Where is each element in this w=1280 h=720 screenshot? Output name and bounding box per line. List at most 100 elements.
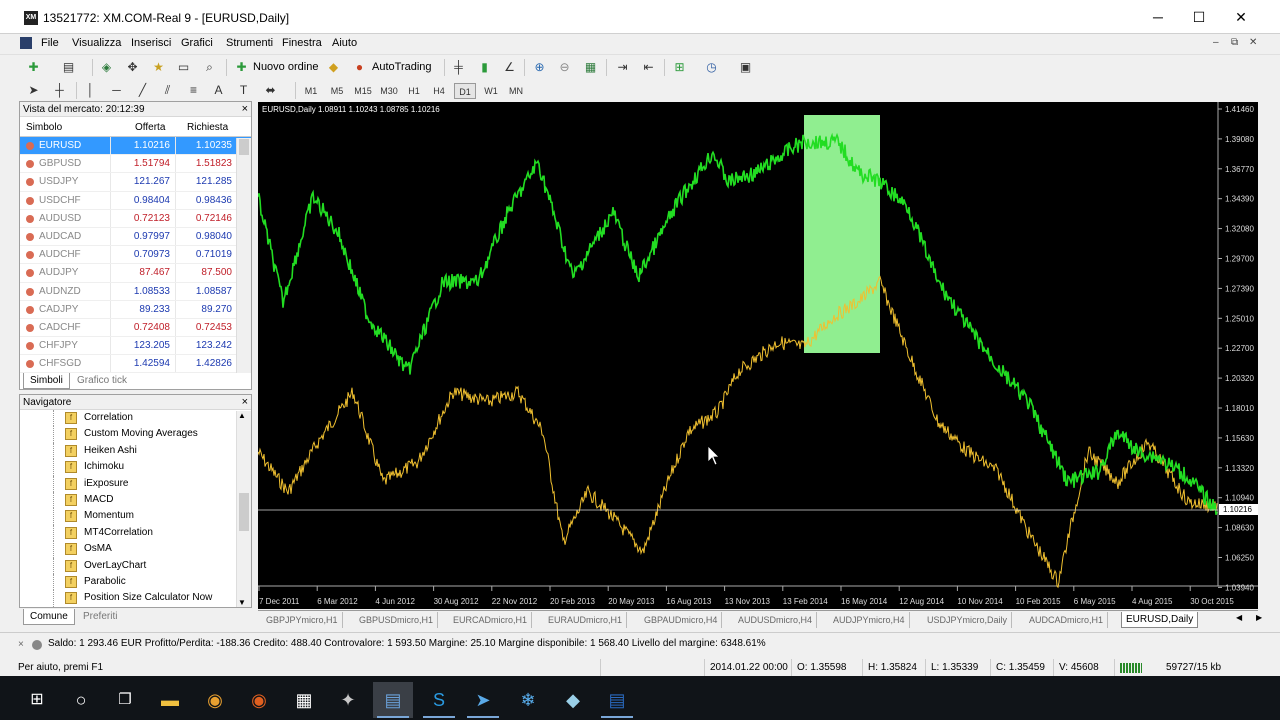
market-watch-row[interactable]: AUDNZD 1.08533 1.08587 (20, 282, 251, 301)
tile-windows-icon[interactable]: ▦ (582, 59, 599, 76)
col-bid[interactable]: Offerta (135, 122, 165, 133)
timeframe-m5[interactable]: M5 (326, 83, 348, 99)
autotrading-icon[interactable]: ● (351, 59, 368, 76)
firefox-icon[interactable]: ◉ (239, 682, 279, 718)
market-watch-row[interactable]: USDCHF 0.98404 0.98436 (20, 191, 251, 210)
navigator-indicator-item[interactable]: f Correlation (20, 410, 251, 427)
crosshair-icon[interactable]: ┼ (51, 82, 68, 99)
chart-tab[interactable]: EURCADmicro,H1 (449, 612, 533, 628)
new-order-button[interactable]: Nuovo ordine (253, 58, 318, 77)
tabs-left-icon[interactable]: ◀ (1236, 613, 1242, 622)
tabs-right-icon[interactable]: ▶ (1256, 613, 1262, 622)
tab-preferiti[interactable]: Preferiti (77, 609, 123, 625)
chart-tab[interactable]: GBPAUDmicro,H4 (640, 612, 723, 628)
navigator-indicator-item[interactable]: f OsMA (20, 541, 251, 558)
tab-comune[interactable]: Comune (23, 609, 75, 625)
timeframe-h1[interactable]: H1 (403, 83, 425, 99)
chrome-icon[interactable]: ◉ (195, 682, 235, 718)
snowflake-icon[interactable]: ❄ (508, 682, 548, 718)
market-watch-row[interactable]: GBPUSD 1.51794 1.51823 (20, 155, 251, 174)
calculator-icon[interactable]: ▦ (284, 682, 324, 718)
chart-window-icon[interactable] (20, 37, 32, 49)
mdi-restore-button[interactable]: ⧉ (1231, 37, 1238, 48)
fibonacci-icon[interactable]: ≡ (185, 82, 202, 99)
new-chart-icon[interactable]: ✚ (25, 59, 42, 76)
timeframe-m30[interactable]: M30 (378, 83, 400, 99)
chart-tab[interactable]: GBPUSDmicro,H1 (355, 612, 439, 628)
menu-visualizza[interactable]: Visualizza (72, 37, 121, 49)
scroll-up-icon[interactable]: ▲ (238, 411, 246, 420)
menu-finestra[interactable]: Finestra (282, 37, 322, 49)
col-ask[interactable]: Richiesta (187, 122, 228, 133)
navigator-icon[interactable]: ★ (150, 59, 167, 76)
market-watch-row[interactable]: USDJPY 121.267 121.285 (20, 173, 251, 192)
close-button[interactable]: ✕ (1226, 8, 1256, 26)
task-view-icon[interactable]: ❐ (105, 682, 145, 718)
timeframe-m1[interactable]: M1 (300, 83, 322, 99)
chart-shift-icon[interactable]: ⇥ (614, 59, 631, 76)
candlestick-icon[interactable]: ▮ (476, 59, 493, 76)
mdi-close-button[interactable]: ✕ (1249, 37, 1257, 48)
menu-strumenti[interactable]: Strumenti (226, 37, 273, 49)
market-watch-row[interactable]: AUDJPY 87.467 87.500 (20, 264, 251, 283)
bar-chart-icon[interactable]: ╪ (450, 59, 467, 76)
mdi-minimize-button[interactable]: – (1213, 37, 1219, 48)
trendline-icon[interactable]: ╱ (134, 82, 151, 99)
navigator-indicator-item[interactable]: f Heiken Ashi (20, 442, 251, 460)
horizontal-line-icon[interactable]: ─ (108, 82, 125, 99)
close-icon[interactable]: × (242, 102, 248, 117)
minimize-button[interactable]: ─ (1143, 8, 1173, 26)
menu-inserisci[interactable]: Inserisci (131, 37, 171, 49)
indicators-icon[interactable]: ⊞ (671, 59, 688, 76)
channel-icon[interactable]: ⫽ (159, 82, 176, 99)
data-window-icon[interactable]: ✥ (124, 59, 141, 76)
price-chart[interactable]: 1.41460 1.39080 1.36770 1.34390 1.32080 1.297… (258, 102, 1258, 609)
periods-clock-icon[interactable]: ◷ (703, 59, 720, 76)
chart-tab[interactable]: USDJPYmicro,Daily (923, 612, 1013, 628)
market-watch-icon[interactable]: ◈ (98, 59, 115, 76)
terminal-close-icon[interactable]: × (18, 639, 24, 650)
app-icon[interactable]: ✦ (328, 682, 368, 718)
menu-aiuto[interactable]: Aiuto (332, 37, 357, 49)
market-watch-row[interactable]: AUDUSD 0.72123 0.72146 (20, 209, 251, 228)
zoom-in-icon[interactable]: ⊕ (531, 59, 548, 76)
file-explorer-icon[interactable]: ▬ (150, 682, 190, 718)
text-label-icon[interactable]: T (235, 82, 252, 99)
windows-start-icon[interactable]: ⊞ (17, 682, 57, 718)
market-watch-row[interactable]: AUDCHF 0.70973 0.71019 (20, 246, 251, 265)
timeframe-w1[interactable]: W1 (480, 83, 502, 99)
telegram-icon[interactable]: ➤ (463, 682, 503, 718)
templates-icon[interactable]: ▣ (737, 59, 754, 76)
cursor-icon[interactable]: ➤ (25, 82, 42, 99)
timeframe-h4[interactable]: H4 (428, 83, 450, 99)
tab-simboli[interactable]: Simboli (23, 373, 70, 389)
market-watch-row[interactable]: CHFJPY 123.205 123.242 (20, 337, 251, 356)
market-watch-row[interactable]: AUDCAD 0.97997 0.98040 (20, 227, 251, 247)
app2-icon[interactable]: ◆ (553, 682, 593, 718)
navigator-scrollbar[interactable]: ▲ ▼ (236, 411, 251, 607)
vertical-line-icon[interactable]: │ (82, 82, 99, 99)
tab-grafico-tick[interactable]: Grafico tick (71, 373, 133, 389)
strategy-tester-icon[interactable]: ⌕ (201, 59, 218, 76)
chart-tab[interactable]: AUDCADmicro,H1 (1025, 612, 1109, 628)
navigator-indicator-item[interactable]: f Ichimoku (20, 459, 251, 476)
new-order-icon[interactable]: ✚ (233, 59, 250, 76)
autoscroll-icon[interactable]: ⇤ (640, 59, 657, 76)
navigator-indicator-item[interactable]: f iExposure (20, 475, 251, 492)
autotrading-button[interactable]: AutoTrading (372, 58, 432, 77)
menu-grafici[interactable]: Grafici (181, 37, 213, 49)
chart-tab[interactable]: GBPJPYmicro,H1 (262, 612, 343, 628)
profiles-icon[interactable]: ▤ (60, 59, 77, 76)
chart-tab[interactable]: EURUSD,Daily (1121, 612, 1199, 628)
timeframe-m15[interactable]: M15 (352, 83, 374, 99)
chart-tab[interactable]: AUDUSDmicro,H4 (734, 612, 818, 628)
navigator-indicator-item[interactable]: f Position Size Calculator Now (20, 590, 251, 607)
market-watch-row[interactable]: CADJPY 89.233 89.270 (20, 300, 251, 319)
metatrader-icon[interactable]: ▤ (373, 682, 413, 718)
market-watch-scrollbar[interactable] (236, 138, 251, 373)
scroll-down-icon[interactable]: ▼ (238, 598, 246, 607)
text-icon[interactable]: A (210, 82, 227, 99)
navigator-indicator-item[interactable]: f MT4Correlation (20, 524, 251, 542)
market-watch-row[interactable]: EURUSD 1.10216 1.10235 (20, 137, 251, 156)
terminal-icon[interactable]: ▭ (175, 59, 192, 76)
